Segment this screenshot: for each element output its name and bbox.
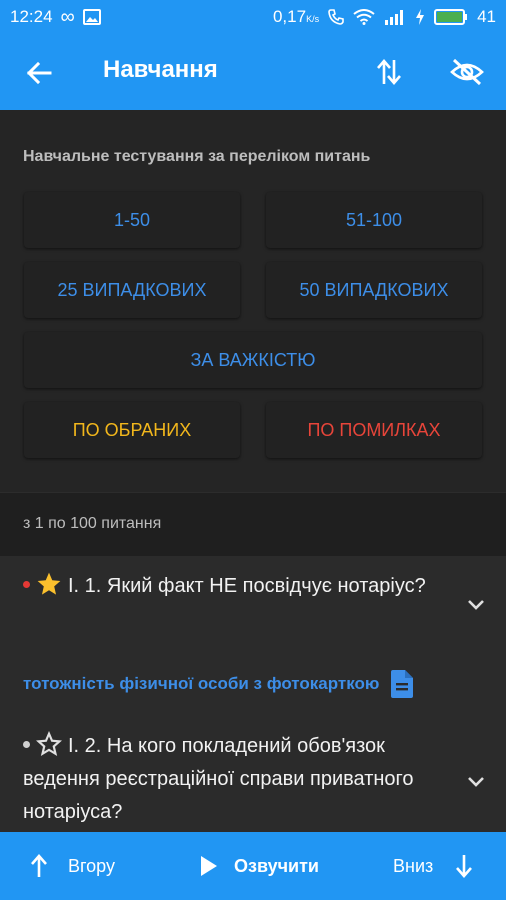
question-item[interactable]: І. 2. На кого покладений обов'язок веден…: [23, 730, 443, 829]
speed-unit: K/s: [306, 14, 320, 24]
answer-row[interactable]: тотожність фізичної особи з фотокарткою: [23, 670, 414, 698]
battery-icon: [434, 9, 468, 25]
battery-level: 41: [477, 7, 496, 26]
random-25-button[interactable]: 25 ВИПАДКОВИХ: [24, 262, 240, 318]
question-list[interactable]: І. 1. Який факт НЕ посвідчує нотаріус? т…: [0, 556, 506, 832]
eye-off-icon[interactable]: [450, 56, 484, 88]
scroll-up-button[interactable]: Вгору: [30, 832, 115, 900]
random-50-button[interactable]: 50 ВИПАДКОВИХ: [266, 262, 482, 318]
charging-icon: [416, 9, 425, 25]
speak-button[interactable]: Озвучити: [200, 832, 319, 900]
back-arrow-icon[interactable]: [24, 58, 54, 88]
play-icon: [201, 856, 217, 876]
app-bar: Навчання: [0, 34, 506, 110]
scroll-down-button[interactable]: Вниз: [393, 832, 473, 900]
status-dot: [23, 581, 30, 589]
training-heading: Навчальне тестування за переліком питань: [23, 148, 371, 165]
signal-icon: [385, 10, 404, 25]
question-text: І. 1. Який факт НЕ посвідчує нотаріус?: [68, 575, 426, 597]
arrow-up-icon: [31, 854, 47, 877]
infinity-icon: ∞: [60, 5, 75, 28]
training-panel: Навчальне тестування за переліком питань…: [0, 110, 506, 492]
sort-icon[interactable]: [374, 56, 404, 88]
range-label: з 1 по 100 питання: [23, 515, 162, 532]
status-dot: [23, 741, 30, 749]
range-header: з 1 по 100 питання: [0, 492, 506, 557]
phone-icon: [328, 9, 344, 25]
wifi-icon: [353, 9, 375, 25]
arrow-down-icon: [456, 855, 473, 878]
by-difficulty-button[interactable]: ЗА ВАЖКІСТЮ: [24, 332, 482, 388]
status-time: 12:24: [10, 7, 53, 26]
document-icon[interactable]: [391, 670, 414, 698]
status-bar: 12:24 ∞ 0,17K/s 41: [0, 0, 506, 34]
scroll-down-label: Вниз: [393, 855, 434, 876]
by-mistakes-button[interactable]: ПО ПОМИЛКАХ: [266, 402, 482, 458]
speak-label: Озвучити: [234, 855, 319, 876]
image-icon: [82, 9, 101, 25]
range-1-50-button[interactable]: 1-50: [24, 192, 240, 248]
chevron-down-icon[interactable]: [466, 775, 486, 789]
chevron-down-icon[interactable]: [466, 598, 486, 612]
answer-text: тотожність фізичної особи з фотокарткою: [23, 674, 380, 693]
bottom-bar: Вгору Озвучити Вниз: [0, 832, 506, 900]
range-51-100-button[interactable]: 51-100: [266, 192, 482, 248]
star-filled-icon[interactable]: [36, 571, 62, 597]
scroll-up-label: Вгору: [68, 855, 115, 876]
question-item[interactable]: І. 1. Який факт НЕ посвідчує нотаріус?: [23, 570, 443, 603]
page-title: Навчання: [103, 56, 218, 83]
star-outline-icon[interactable]: [36, 730, 62, 757]
by-favorites-button[interactable]: ПО ОБРАНИХ: [24, 402, 240, 458]
question-text: І. 2. На кого покладений обов'язок веден…: [23, 735, 414, 823]
network-speed: 0,17K/s: [272, 7, 320, 26]
